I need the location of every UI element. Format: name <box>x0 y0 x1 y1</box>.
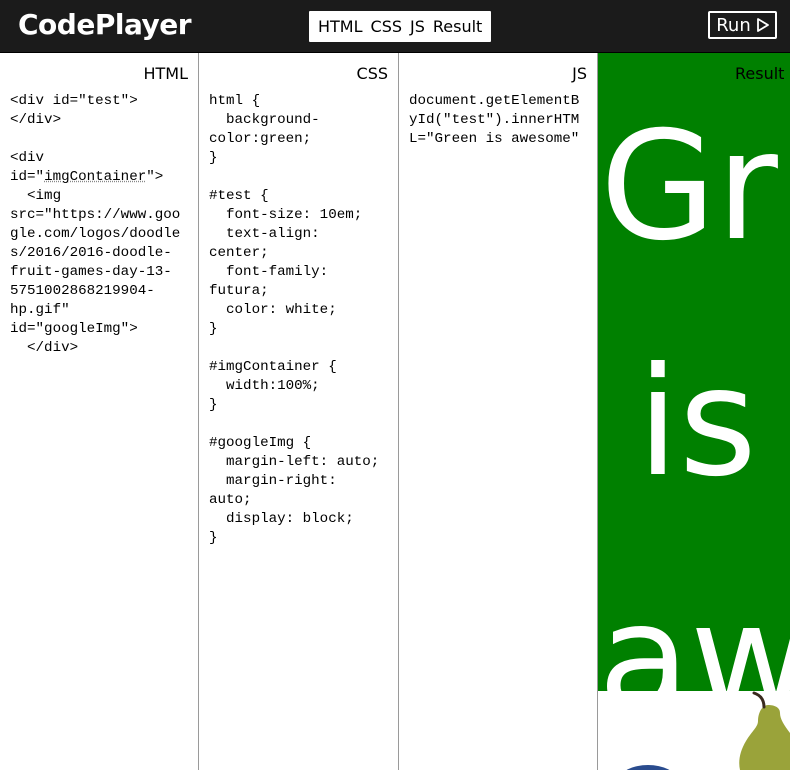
code-line: <div id="test"> <box>10 93 138 109</box>
code-line: hp.gif" <box>10 302 70 318</box>
code-line: id="googleImg"> <box>10 321 138 337</box>
code-line: 5751002868219904- <box>10 283 155 299</box>
toggle-result[interactable]: Result <box>429 11 486 42</box>
pear-stem <box>752 691 766 709</box>
code-line: futura; <box>209 283 269 299</box>
code-line: font-family: <box>209 264 329 280</box>
pear-icon <box>739 705 790 770</box>
code-line: document.getElementB <box>409 93 580 109</box>
code-line: margin-right: <box>209 473 337 489</box>
toggle-css[interactable]: CSS <box>367 11 406 42</box>
code-line-imgcontainer: id="imgContainer"> <box>10 169 164 185</box>
css-code-editor[interactable]: html { background- color:green; } #test … <box>209 92 392 548</box>
code-line: html { <box>209 93 261 109</box>
toggle-js[interactable]: JS <box>406 11 429 42</box>
html-code-editor[interactable]: <div id="test"> </div> <div id="imgConta… <box>10 92 192 358</box>
code-line: margin-left: auto; <box>209 454 380 470</box>
code-line: color:green; <box>209 131 312 147</box>
toggle-html[interactable]: HTML <box>314 11 367 42</box>
code-line: <div <box>10 150 45 166</box>
top-bar: CodePlayer HTML CSS JS Result Run <box>0 0 790 53</box>
html-panel-label: HTML <box>143 64 188 83</box>
code-line: src="https://www.goo <box>10 207 181 223</box>
js-code-editor[interactable]: document.getElementB yId("test").innerHT… <box>409 92 591 149</box>
run-button-label: Run <box>716 14 751 36</box>
doodle-fruit-image <box>626 691 790 770</box>
code-line: <img <box>10 188 62 204</box>
code-line: font-size: 10em; <box>209 207 363 223</box>
code-line: background- <box>209 112 320 128</box>
spellcheck-underline: imgContainer <box>44 169 147 185</box>
code-line: } <box>209 150 218 166</box>
js-panel-label: JS <box>572 64 587 83</box>
app-logo: CodePlayer <box>18 8 192 41</box>
css-panel[interactable]: CSS html { background- color:green; } #t… <box>199 53 399 770</box>
result-output: Gr is aw Result <box>598 53 790 691</box>
code-line: display: block; <box>209 511 354 527</box>
code-line: </div> <box>10 112 62 128</box>
code-line: color: white; <box>209 302 337 318</box>
css-panel-label: CSS <box>356 64 388 83</box>
code-line: L="Green is awesome" <box>409 131 580 147</box>
code-line: auto; <box>209 492 252 508</box>
code-line: gle.com/logos/doodle <box>10 226 181 242</box>
code-line: fruit-games-day-13- <box>10 264 172 280</box>
code-line: #test { <box>209 188 269 204</box>
code-line: } <box>209 321 218 337</box>
code-line: id="imgContainer"> <box>10 169 163 185</box>
result-panel-label: Result <box>735 64 785 83</box>
panel-toggle-group: HTML CSS JS Result <box>309 11 492 42</box>
code-line: center; <box>209 245 269 261</box>
result-word: is <box>637 336 757 510</box>
result-panel[interactable]: Gr is aw Result <box>598 53 790 770</box>
code-line: #googleImg { <box>209 435 312 451</box>
js-panel[interactable]: JS document.getElementB yId("test").inne… <box>399 53 598 770</box>
code-line: } <box>209 530 218 546</box>
play-icon <box>756 18 769 32</box>
result-test-text: Gr is aw <box>598 69 790 691</box>
result-word: aw <box>598 572 790 691</box>
code-line: yId("test").innerHTM <box>409 112 580 128</box>
html-panel[interactable]: HTML <div id="test"> </div> <div id="img… <box>0 53 199 770</box>
code-line: } <box>209 397 218 413</box>
code-line: text-align: <box>209 226 320 242</box>
blue-fruit <box>626 765 670 770</box>
code-line: s/2016/2016-doodle- <box>10 245 172 261</box>
result-word: Gr <box>600 100 778 274</box>
code-line: </div> <box>10 340 79 356</box>
code-line: width:100%; <box>209 378 320 394</box>
run-button[interactable]: Run <box>708 11 777 39</box>
code-line: #imgContainer { <box>209 359 337 375</box>
